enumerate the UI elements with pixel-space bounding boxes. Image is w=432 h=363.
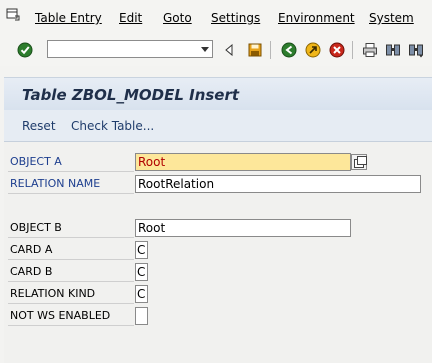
find-icon[interactable] [385, 42, 401, 58]
label-underline [8, 303, 134, 304]
relation-kind-field[interactable]: C [135, 285, 148, 303]
label-underline [8, 325, 134, 326]
label-underline [8, 259, 134, 260]
menu-table-entry[interactable]: Table Entry [35, 11, 102, 25]
command-field[interactable] [47, 40, 213, 58]
entry-form: OBJECT A Root RELATION NAME RootRelation… [4, 142, 432, 363]
menu-settings[interactable]: Settings [211, 11, 260, 25]
application-toolbar: Reset Check Table... [4, 110, 432, 142]
reset-button[interactable]: Reset [22, 119, 56, 133]
not-ws-enabled-label: NOT WS ENABLED [10, 309, 111, 322]
system-toolbar [0, 36, 432, 66]
toolbar-separator [352, 41, 353, 59]
print-icon[interactable] [362, 42, 378, 58]
value-help-icon[interactable] [351, 154, 367, 170]
relation-name-label: RELATION NAME [10, 177, 101, 190]
label-underline [8, 193, 134, 194]
page-title: Table ZBOL_MODEL Insert [22, 86, 240, 104]
relation-name-field[interactable]: RootRelation [135, 175, 421, 193]
command-field-value [48, 46, 50, 59]
check-table-button[interactable]: Check Table... [71, 119, 154, 133]
card-a-field[interactable]: C [135, 241, 148, 259]
back-icon[interactable] [281, 42, 297, 58]
card-a-label: CARD A [10, 243, 53, 256]
exit-icon[interactable] [305, 42, 321, 58]
menu-bar: Table Entry Edit Goto Settings Environme… [0, 0, 432, 36]
cancel-icon[interactable] [329, 42, 345, 58]
label-underline [8, 281, 134, 282]
card-b-label: CARD B [10, 265, 53, 278]
object-a-label: OBJECT A [10, 155, 62, 168]
find-next-icon[interactable] [408, 42, 424, 58]
card-b-field[interactable]: C [135, 263, 148, 281]
menu-goto[interactable]: Goto [163, 11, 192, 25]
back-triangle-icon[interactable] [221, 42, 237, 58]
menu-system[interactable]: System [369, 11, 414, 25]
toolbar-separator [270, 41, 271, 59]
label-underline [8, 171, 134, 172]
enter-icon[interactable] [17, 42, 33, 58]
save-icon[interactable] [247, 42, 263, 58]
label-underline [8, 237, 134, 238]
object-b-label: OBJECT B [10, 221, 62, 234]
title-bar: Table ZBOL_MODEL Insert [4, 77, 432, 110]
menu-edit[interactable]: Edit [119, 11, 142, 25]
command-dropdown-icon[interactable] [201, 47, 209, 52]
relation-kind-label: RELATION KIND [10, 287, 96, 300]
sap-gui-window: Table Entry Edit Goto Settings Environme… [0, 0, 432, 363]
menu-environment[interactable]: Environment [278, 11, 355, 25]
object-b-field[interactable]: Root [135, 219, 351, 237]
object-a-field[interactable]: Root [135, 153, 351, 171]
not-ws-enabled-field[interactable] [135, 307, 148, 325]
system-menu-icon[interactable] [6, 7, 20, 21]
